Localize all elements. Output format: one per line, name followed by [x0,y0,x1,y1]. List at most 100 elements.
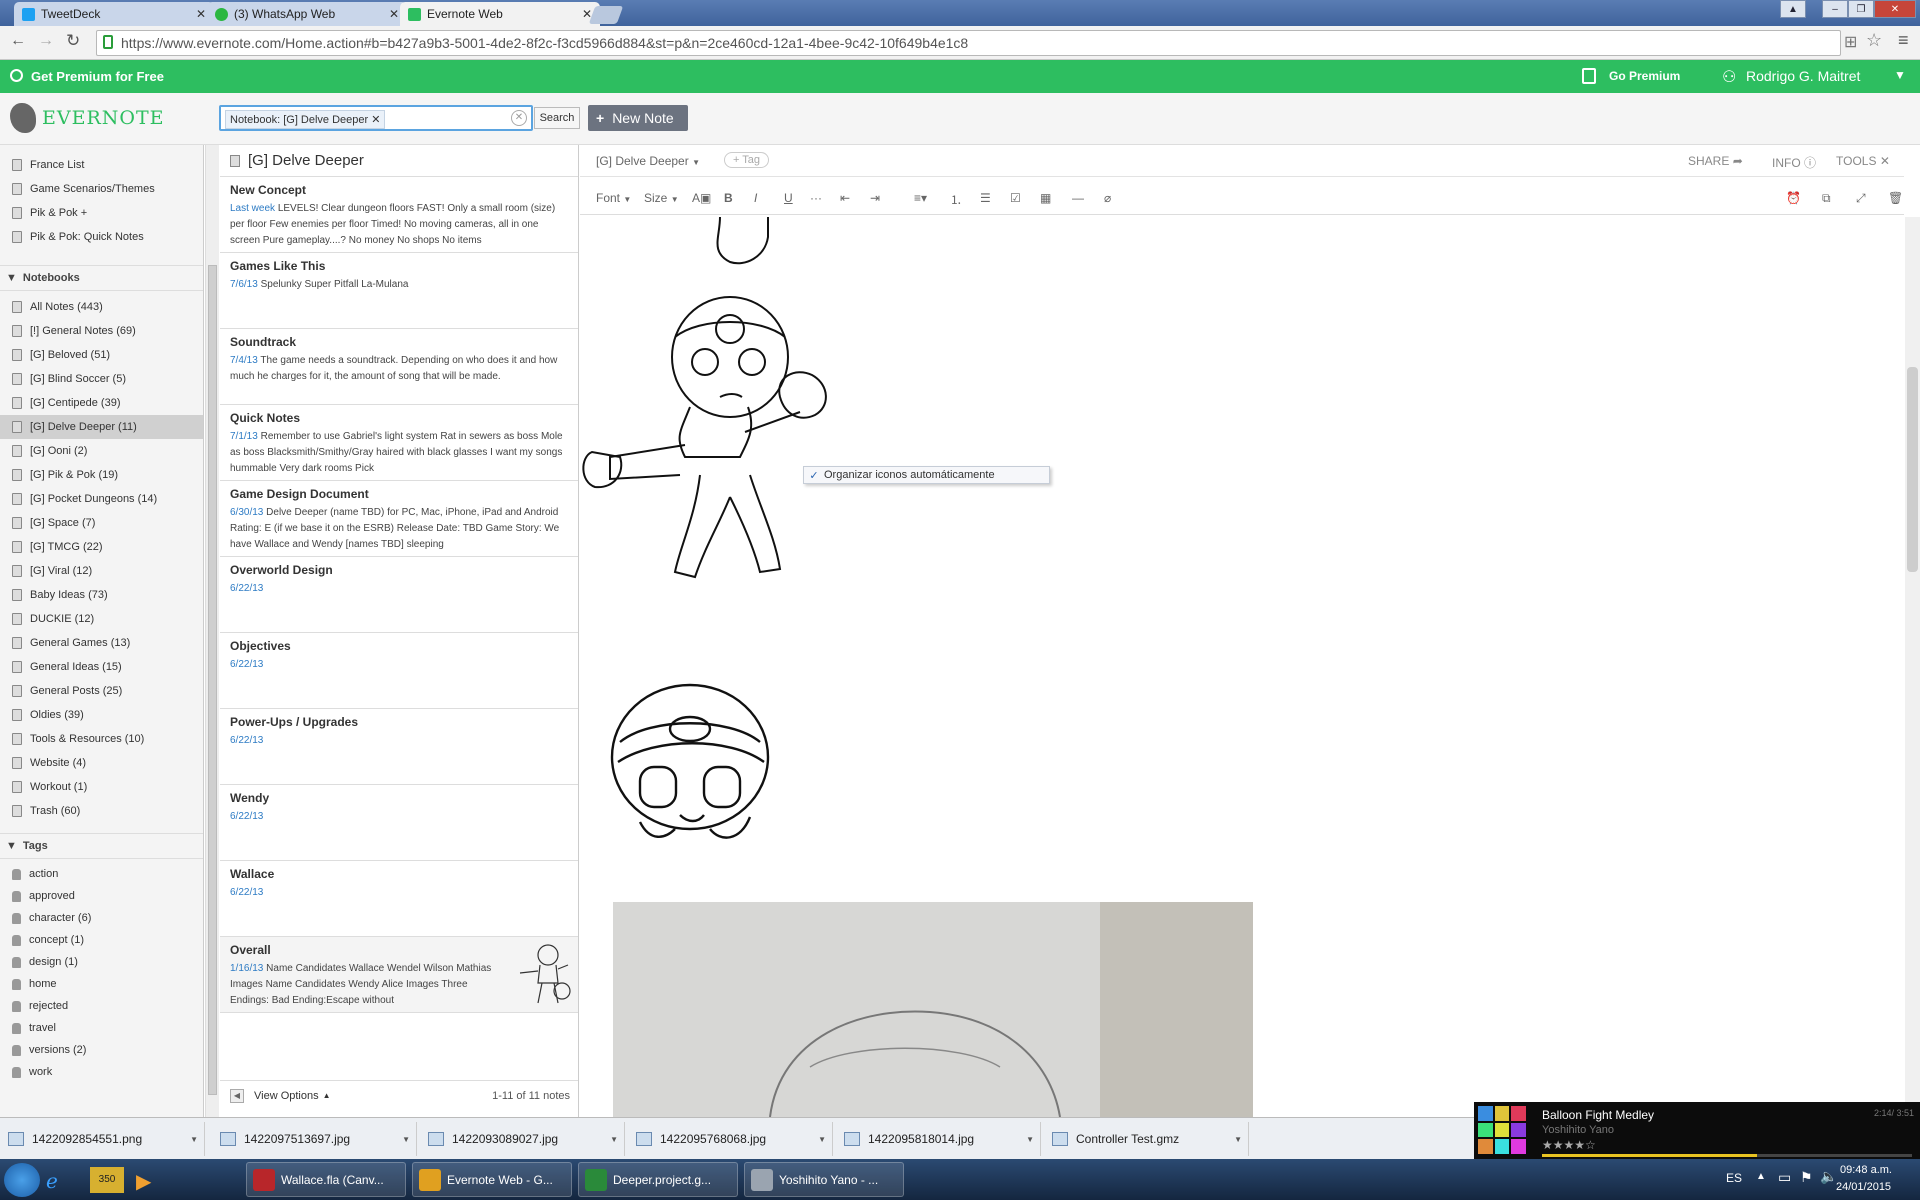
scroll-thumb[interactable] [208,265,217,1095]
add-tag-button[interactable]: + Tag [724,152,770,168]
maximize-button[interactable]: ❐ [1848,0,1874,18]
bullet-list-icon[interactable]: ☰ [980,191,991,205]
notebook-item[interactable]: Tools & Resources (10) [0,727,203,751]
info-button[interactable]: INFO ⓘ [1772,154,1816,171]
taskbar-app-button[interactable]: Deeper.project.g... [578,1162,738,1197]
ie-icon[interactable]: ℯ [46,1169,58,1194]
network-icon[interactable]: ▭ [1778,1169,1791,1186]
notebook-item[interactable]: DUCKIE (12) [0,607,203,631]
note-card[interactable]: Overworld Design 6/22/13 [220,557,578,633]
reminder-icon[interactable]: ⏰ [1786,191,1801,205]
forward-icon[interactable]: → [38,32,54,50]
note-card[interactable]: Game Design Document 6/30/13 Delve Deeper… [220,481,578,557]
search-input[interactable]: Notebook: [G] Delve Deeper ✕ ✕ [219,105,533,131]
note-card[interactable]: Soundtrack 7/4/13 The game needs a soundt… [220,329,578,405]
language-indicator[interactable]: ES [1726,1171,1742,1185]
chevron-down-icon[interactable]: ▼ [1894,68,1906,82]
tag-item[interactable]: rejected [0,995,203,1017]
download-item[interactable]: Controller Test.gmz ▼ [1044,1122,1249,1156]
size-dropdown[interactable]: Size ▼ [644,191,679,205]
tab-tweetdeck[interactable]: TweetDeck ✕ [14,2,214,26]
tag-item[interactable]: concept (1) [0,929,203,951]
chevron-down-icon[interactable]: ▼ [190,1135,198,1144]
download-item[interactable]: 1422095768068.jpg ▼ [628,1122,833,1156]
taskbar-app-button[interactable]: Wallace.fla (Canv... [246,1162,406,1197]
user-name[interactable]: Rodrigo G. Maitret [1746,68,1860,84]
notebook-item[interactable]: General Ideas (15) [0,655,203,679]
bold-icon[interactable]: B [724,191,733,205]
numbered-list-icon[interactable]: ⒈ [950,191,962,208]
close-icon[interactable]: ✕ [196,7,206,21]
pinned-app-icon[interactable]: 350 [90,1167,124,1193]
new-tab-button[interactable] [588,6,624,24]
close-icon[interactable]: ✕ [389,7,399,21]
tag-item[interactable]: travel [0,1017,203,1039]
attachment-icon[interactable]: ⌀ [1104,191,1111,205]
minimize-button[interactable]: ‒ [1822,0,1848,18]
shortcut-item[interactable]: Pik & Pok: Quick Notes [0,225,203,249]
clock-date[interactable]: 24/01/2015 [1836,1181,1891,1193]
media-widget[interactable]: Balloon Fight Medley Yoshihito Yano 2:14… [1474,1102,1920,1160]
note-card[interactable]: Objectives 6/22/13 [220,633,578,709]
clear-search-icon[interactable]: ✕ [511,110,527,126]
shortcut-item[interactable]: France List [0,153,203,177]
chevron-down-icon[interactable]: ▼ [610,1135,618,1144]
expand-icon[interactable]: ⤢ [1856,191,1866,206]
taskbar-app-button[interactable]: Evernote Web - G... [412,1162,572,1197]
trash-icon[interactable]: 🗑 [1888,191,1903,205]
note-card[interactable]: Wendy 6/22/13 [220,785,578,861]
notebook-item[interactable]: Baby Ideas (73) [0,583,203,607]
remove-chip-icon[interactable]: ✕ [371,114,380,126]
close-window-button[interactable]: ✕ [1874,0,1916,18]
notebook-item[interactable]: Oldies (39) [0,703,203,727]
note-card[interactable]: Quick Notes 7/1/13 Remember to use Gabrie… [220,405,578,481]
tag-item[interactable]: home [0,973,203,995]
notebook-item[interactable]: [G] Pocket Dungeons (14) [0,487,203,511]
translate-icon[interactable]: ⊞ [1844,32,1857,52]
view-options-button[interactable]: View Options [254,1090,319,1102]
note-card[interactable]: Games Like This 7/6/13 Spelunky Super Pit… [220,253,578,329]
present-icon[interactable]: ⧉ [1822,191,1831,206]
tag-item[interactable]: work [0,1061,203,1083]
clock-time[interactable]: 09:48 a.m. [1840,1164,1892,1176]
note-card[interactable]: Wallace 6/22/13 [220,861,578,937]
notebook-item[interactable]: [G] TMCG (22) [0,535,203,559]
notebook-item[interactable]: [!] General Notes (69) [0,319,203,343]
notebook-selector[interactable]: [G] Delve Deeper ▼ [596,154,700,168]
note-card[interactable]: Overall 1/16/13 Name Candidates Wallace W… [220,937,578,1013]
get-premium-link[interactable]: Get Premium for Free [31,69,164,84]
notebook-item[interactable]: Trash (60) [0,799,203,823]
notebook-item[interactable]: [G] Pik & Pok (19) [0,463,203,487]
italic-icon[interactable]: I [754,191,757,205]
tag-item[interactable]: design (1) [0,951,203,973]
notebook-item[interactable]: Workout (1) [0,775,203,799]
star-icon[interactable]: ☆ [1866,30,1882,51]
note-content[interactable]: ✓ Organizar iconos automáticamente [580,217,1904,1117]
notebook-item[interactable]: General Posts (25) [0,679,203,703]
volume-icon[interactable]: 🔈 [1820,1168,1837,1185]
indent-icon[interactable]: ⇥ [870,191,880,205]
text-color-icon[interactable]: A▣ [692,191,711,205]
tab-whatsapp[interactable]: (3) WhatsApp Web ✕ [207,2,407,26]
download-item[interactable]: 1422095818014.jpg ▼ [836,1122,1041,1156]
checkbox-icon[interactable]: ☑ [1010,191,1021,205]
back-icon[interactable]: ← [10,32,26,50]
notebook-item[interactable]: [G] Ooni (2) [0,439,203,463]
media-player-icon[interactable]: ▶ [136,1169,151,1194]
collapse-arrow-icon[interactable]: ◀ [230,1088,244,1103]
new-note-button[interactable]: + New Note [588,105,688,131]
rating-stars[interactable]: ★★★★☆ [1542,1138,1596,1152]
taskbar-app-button[interactable]: Yoshihito Yano - ... [744,1162,904,1197]
url-input[interactable]: https://www.evernote.com/Home.action#b=b… [96,30,1841,56]
reload-icon[interactable]: ↻ [66,31,80,51]
horizontal-rule-icon[interactable]: — [1072,191,1084,205]
notebook-item[interactable]: [G] Space (7) [0,511,203,535]
tag-item[interactable]: approved [0,885,203,907]
tag-item[interactable]: character (6) [0,907,203,929]
search-button[interactable]: Search [534,107,580,129]
outdent-icon[interactable]: ⇤ [840,191,850,205]
shortcut-item[interactable]: Pik & Pok + [0,201,203,225]
notebook-item[interactable]: [G] Delve Deeper (11) [0,415,203,439]
shortcut-item[interactable]: Game Scenarios/Themes [0,177,203,201]
font-dropdown[interactable]: Font ▼ [596,191,631,205]
